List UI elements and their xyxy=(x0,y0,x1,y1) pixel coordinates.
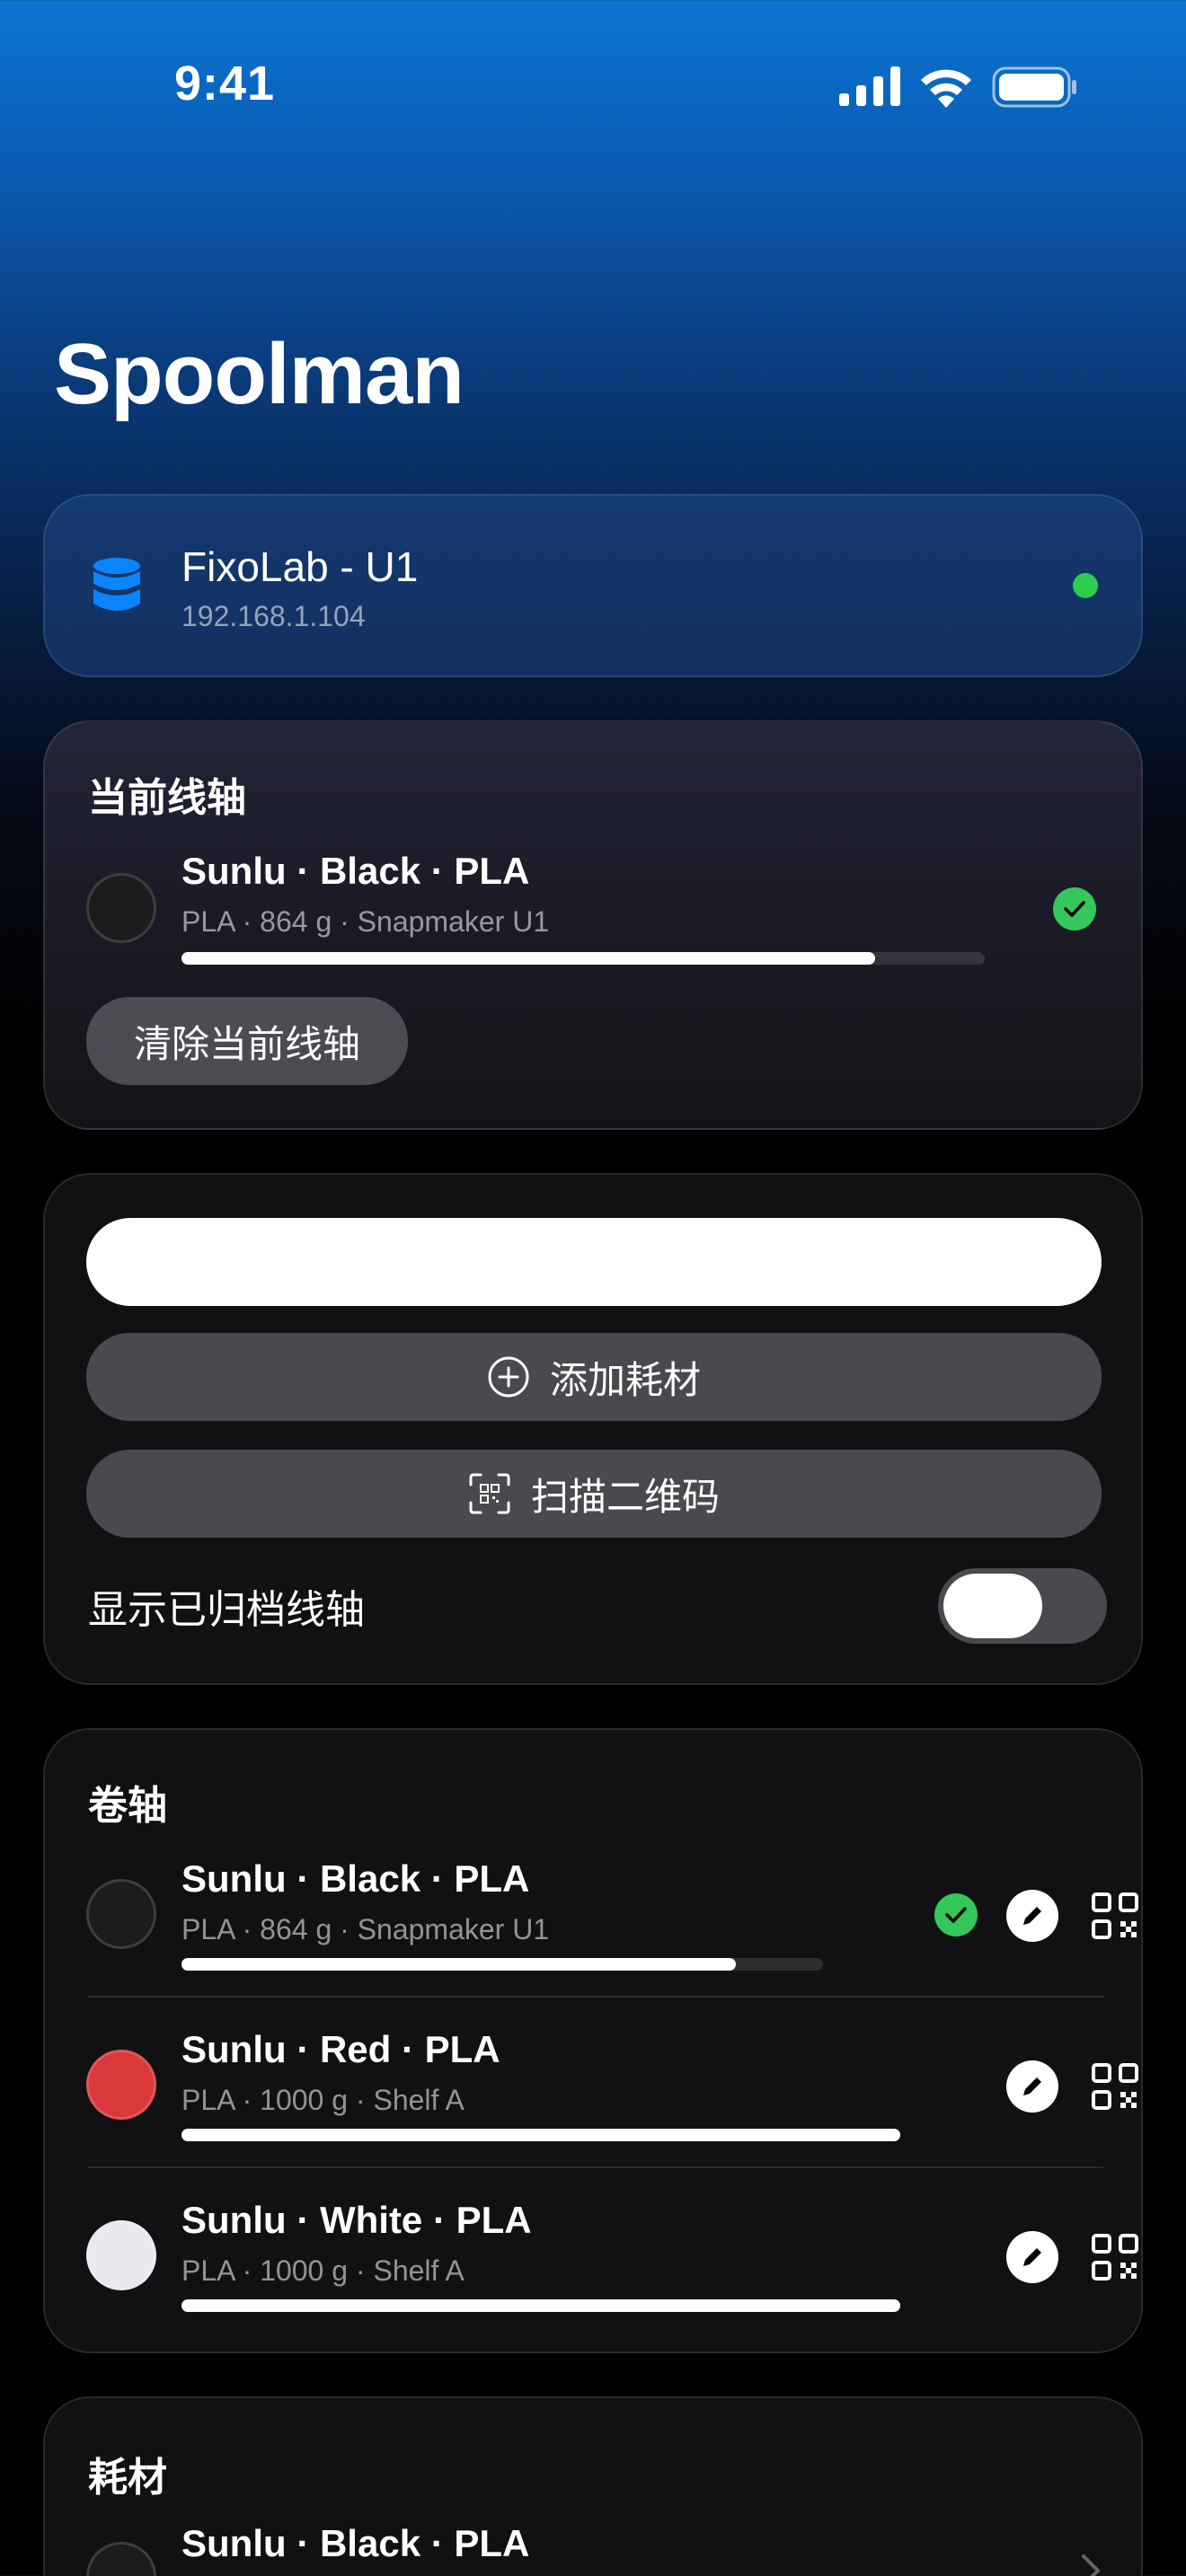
current-spool-remaining-bar xyxy=(181,952,985,965)
scan-qr-button[interactable]: 扫描二维码 xyxy=(86,1450,1102,1538)
show-archived-toggle[interactable] xyxy=(938,1568,1107,1644)
qr-code-icon[interactable] xyxy=(1091,2233,1139,2281)
spool-color-swatch xyxy=(86,2050,156,2120)
spools-heading: 卷轴 xyxy=(88,1784,167,1828)
current-spool-title: Sunlu · Black · PLA xyxy=(181,850,530,892)
spool-remaining-fill xyxy=(181,2129,900,2141)
database-icon xyxy=(93,558,140,611)
filament-row[interactable]: Sunlu · Black · PLA xyxy=(86,2515,1103,2576)
wifi-icon xyxy=(921,69,971,108)
current-spool-subtitle: PLA · 864 g · Snapmaker U1 xyxy=(181,905,550,938)
spool-title: Sunlu · Red · PLA xyxy=(181,2028,500,2070)
row-divider xyxy=(88,1996,1103,1998)
spool-subtitle: PLA · 1000 g · Shelf A xyxy=(181,2254,465,2287)
active-check-icon xyxy=(934,1893,978,1936)
filaments-card: 耗材 Sunlu · Black · PLA xyxy=(43,2396,1143,2576)
current-spool-heading: 当前线轴 xyxy=(88,776,246,820)
add-filament-button[interactable]: 添加耗材 xyxy=(86,1333,1102,1421)
server-name: FixoLab - U1 xyxy=(181,543,419,590)
qr-code-icon[interactable] xyxy=(1091,2062,1139,2111)
current-spool-card: 当前线轴 Sunlu · Black · PLA PLA · 864 g · S… xyxy=(43,720,1143,1130)
edit-spool-button[interactable] xyxy=(1006,2060,1058,2113)
show-archived-label: 显示已归档线轴 xyxy=(88,1588,365,1632)
spool-remaining-bar xyxy=(181,1958,823,1971)
qr-code-icon[interactable] xyxy=(1091,1892,1139,1940)
add-filament-label: 添加耗材 xyxy=(549,1358,701,1401)
cellular-signal-icon xyxy=(839,66,900,106)
status-bar: 9:41 xyxy=(0,0,1186,171)
connection-status-dot xyxy=(1073,573,1098,598)
clear-current-spool-button[interactable]: 清除当前线轴 xyxy=(86,997,408,1085)
current-spool-remaining-fill xyxy=(181,952,876,965)
plus-circle-icon xyxy=(488,1356,529,1398)
spool-remaining-bar xyxy=(181,2129,900,2141)
active-check-icon xyxy=(1053,887,1096,931)
clear-current-spool-label: 清除当前线轴 xyxy=(133,1022,360,1065)
pencil-icon xyxy=(1023,2078,1041,2095)
filaments-heading: 耗材 xyxy=(88,2456,167,2500)
spool-remaining-bar xyxy=(181,2299,900,2312)
filament-color-swatch xyxy=(86,2542,156,2576)
status-time: 9:41 xyxy=(174,57,276,110)
chevron-right-icon xyxy=(1082,2554,1100,2576)
spool-subtitle: PLA · 864 g · Snapmaker U1 xyxy=(181,1913,550,1945)
spool-title: Sunlu · Black · PLA xyxy=(181,1857,530,1900)
qr-scan-icon xyxy=(469,1473,510,1514)
spool-color-swatch xyxy=(86,2220,156,2290)
edit-spool-button[interactable] xyxy=(1006,2231,1058,2283)
row-divider xyxy=(88,2166,1103,2168)
pencil-icon xyxy=(1023,1907,1041,1925)
pencil-icon xyxy=(1023,2248,1041,2266)
spool-subtitle: PLA · 1000 g · Shelf A xyxy=(181,2084,465,2116)
scan-qr-label: 扫描二维码 xyxy=(530,1475,720,1518)
edit-spool-button[interactable] xyxy=(1006,1890,1058,1942)
server-address: 192.168.1.104 xyxy=(181,600,366,632)
toggle-knob xyxy=(943,1574,1042,1638)
spool-color-swatch xyxy=(86,1879,156,1949)
spool-title: Sunlu · White · PLA xyxy=(181,2199,532,2241)
current-spool-color-swatch xyxy=(86,873,156,943)
spool-remaining-fill xyxy=(181,1958,736,1971)
spool-row[interactable]: Sunlu · White · PLA PLA · 1000 g · Shelf… xyxy=(86,2193,1138,2364)
page-title: Spoolman xyxy=(54,326,465,422)
filament-title: Sunlu · Black · PLA xyxy=(181,2522,530,2564)
search-input[interactable] xyxy=(86,1218,1102,1306)
actions-card: 添加耗材 扫描二维码 显示已归档线轴 xyxy=(43,1173,1143,1685)
server-card[interactable]: FixoLab - U1 192.168.1.104 xyxy=(43,494,1143,677)
spool-remaining-fill xyxy=(181,2299,900,2312)
spools-card: 卷轴 Sunlu · Black · PLA PLA · 864 g · Sna… xyxy=(43,1728,1143,2353)
battery-icon xyxy=(992,66,1076,108)
